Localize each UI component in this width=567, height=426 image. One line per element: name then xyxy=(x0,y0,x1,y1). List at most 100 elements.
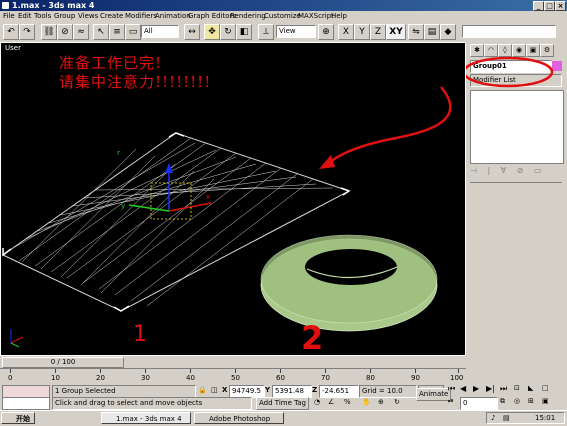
percent-snap-icon[interactable]: % xyxy=(344,397,351,408)
absolute-mode-icon[interactable]: ◫ xyxy=(211,385,218,396)
snap-toggle-icon[interactable]: ◔ xyxy=(314,397,320,408)
zoom-all-icon[interactable]: ⊞ xyxy=(528,396,534,407)
volume-icon[interactable]: ♪ xyxy=(491,413,495,424)
undo-icon[interactable]: ↶ xyxy=(3,24,19,40)
restrict-z-icon[interactable]: Z xyxy=(370,24,386,40)
time-slider-thumb[interactable]: 0 / 100 xyxy=(2,357,124,368)
menu-graph-editors[interactable]: Graph Editors xyxy=(188,12,236,21)
network-icon[interactable]: ▤ xyxy=(503,413,510,424)
named-selection-sets-dropdown[interactable] xyxy=(462,25,556,38)
rectangle-selection-icon[interactable]: ▭ xyxy=(125,24,141,40)
annotation-arrow xyxy=(328,86,452,164)
select-and-move-icon[interactable]: ✥ xyxy=(204,24,220,40)
tick-label: 100 xyxy=(450,374,464,382)
coordinate-system-dropdown[interactable]: View xyxy=(276,25,316,38)
tick-label: 0 xyxy=(8,374,13,382)
current-frame-field[interactable]: 0 xyxy=(460,397,498,410)
stack-controls[interactable]: ⊣ | ∀ ⊘ ▭ xyxy=(470,166,562,178)
field-of-view-icon[interactable]: ◣ xyxy=(528,383,533,394)
angle-snap-icon[interactable]: ∠ xyxy=(328,397,334,408)
animate-button[interactable]: Animate xyxy=(416,388,452,401)
tick-label: 50 xyxy=(231,374,240,382)
next-frame-icon[interactable]: ▶| xyxy=(486,383,495,394)
axis-tripod-icon xyxy=(10,329,24,348)
orbit-icon[interactable]: ↻ xyxy=(394,397,400,408)
track-bar[interactable]: 0 10 20 30 40 50 60 70 80 90 100 xyxy=(0,368,466,385)
menu-file[interactable]: File xyxy=(3,12,15,21)
window-title: 1.max - 3ds max 4 xyxy=(12,1,95,10)
mirror-tool-icon[interactable]: ⇋ xyxy=(408,24,424,40)
maxscript-input[interactable] xyxy=(2,397,50,410)
menu-maxscript[interactable]: MAXScript xyxy=(298,12,334,21)
maximize-button[interactable]: □ xyxy=(544,1,555,11)
named-selection-icon[interactable]: ◆ xyxy=(440,24,456,40)
z-coordinate-field[interactable]: -24.651 xyxy=(319,385,359,398)
redo-icon[interactable]: ↷ xyxy=(19,24,35,40)
maximize-viewport-icon[interactable]: ▣ xyxy=(542,396,549,407)
svg-text:r: r xyxy=(117,149,120,157)
tick-label: 10 xyxy=(51,374,60,382)
min-max-toggle-icon[interactable]: □ xyxy=(542,383,549,394)
perspective-viewport[interactable]: User 准备工作已完! 请集中注意力!!!!!!!! y x r 1 2 xyxy=(0,42,466,356)
menu-modifiers[interactable]: Modifiers xyxy=(125,12,157,21)
tick-label: 20 xyxy=(96,374,105,382)
modifier-stack[interactable] xyxy=(470,90,564,164)
marker-2: 2 xyxy=(301,319,323,355)
go-to-start-icon[interactable]: ⏮ xyxy=(448,383,455,394)
select-and-scale-icon[interactable]: ◧ xyxy=(236,24,252,40)
task-3dsmax[interactable]: 1.max - 3ds max 4 xyxy=(101,412,191,424)
task-photoshop[interactable]: Adobe Photoshop xyxy=(194,412,284,424)
add-time-tag-button[interactable]: Add Time Tag xyxy=(256,397,309,410)
unlink-icon[interactable]: ⊘ xyxy=(57,24,73,40)
status-bar: 1 Group Selected 🔒 ◫ X 94749.5 Y 5391.48… xyxy=(0,384,567,410)
menu-tools[interactable]: Tools xyxy=(34,12,51,21)
select-and-rotate-icon[interactable]: ↻ xyxy=(220,24,236,40)
play-icon[interactable]: ▶ xyxy=(473,383,479,394)
select-by-name-icon[interactable]: ≡ xyxy=(109,24,125,40)
select-object-icon[interactable]: ↖ xyxy=(93,24,109,40)
z-label: Z xyxy=(312,386,318,394)
arc-rotate-icon[interactable]: ◎ xyxy=(514,396,520,407)
link-icon[interactable]: ⛓ xyxy=(41,24,57,40)
pan-icon[interactable]: ✋ xyxy=(362,397,371,408)
menu-views[interactable]: Views xyxy=(78,12,98,21)
clock: 15:01 xyxy=(535,414,556,422)
previous-frame-icon[interactable]: ◀ xyxy=(460,383,466,394)
selection-filter-dropdown[interactable]: All xyxy=(141,25,179,38)
restrict-xy-button[interactable]: XY xyxy=(386,24,406,40)
menu-create[interactable]: Create xyxy=(100,12,123,21)
menu-rendering[interactable]: Rendering xyxy=(230,12,266,21)
key-mode-icon[interactable]: ⏯ xyxy=(448,396,454,407)
align-icon[interactable]: ▤ xyxy=(424,24,440,40)
zoom-extents-icon[interactable]: ⊡ xyxy=(514,383,520,394)
pivot-center-icon[interactable]: ⊕ xyxy=(318,24,334,40)
prompt-line: Click and drag to select and move object… xyxy=(52,397,252,410)
system-tray: ♪ ▤ 15:01 xyxy=(486,412,565,424)
tick-label: 40 xyxy=(186,374,195,382)
restrict-y-icon[interactable]: Y xyxy=(354,24,370,40)
restrict-x-icon[interactable]: X xyxy=(338,24,354,40)
torus-object xyxy=(260,234,438,332)
select-and-link-icon[interactable]: ↔ xyxy=(184,24,200,40)
main-toolbar: ↶ ↷ ⛓ ⊘ ≈ ↖ ≡ ▭ All ↔ ✥ ↻ ◧ ⟂ View ⊕ X Y… xyxy=(0,22,567,43)
menu-group[interactable]: Group xyxy=(54,12,75,21)
mirror-icon[interactable]: ⟂ xyxy=(258,24,274,40)
menu-animation[interactable]: Animation xyxy=(155,12,191,21)
bind-space-warp-icon[interactable]: ≈ xyxy=(73,24,89,40)
viewport-scene: y x r 1 2 xyxy=(2,86,452,355)
start-button[interactable]: 开始 xyxy=(1,412,35,424)
menu-help[interactable]: Help xyxy=(331,12,347,21)
time-config-icon[interactable]: ⧉ xyxy=(500,396,505,407)
lock-selection-icon[interactable]: 🔒 xyxy=(198,385,207,396)
menu-edit[interactable]: Edit xyxy=(18,12,32,21)
menu-customize[interactable]: Customize xyxy=(264,12,301,21)
zoom-icon[interactable]: ⊕ xyxy=(378,397,384,408)
svg-text:y: y xyxy=(121,202,125,210)
time-slider[interactable]: 0 / 100 xyxy=(0,356,466,368)
go-to-end-icon[interactable]: ⏭ xyxy=(500,383,507,394)
taskbar: 开始 1.max - 3ds max 4 Adobe Photoshop ♪ ▤… xyxy=(0,410,567,426)
minimize-button[interactable]: _ xyxy=(533,1,544,11)
tick-label: 60 xyxy=(276,374,285,382)
timeline-right-area xyxy=(466,356,567,384)
close-button[interactable]: × xyxy=(555,1,566,11)
